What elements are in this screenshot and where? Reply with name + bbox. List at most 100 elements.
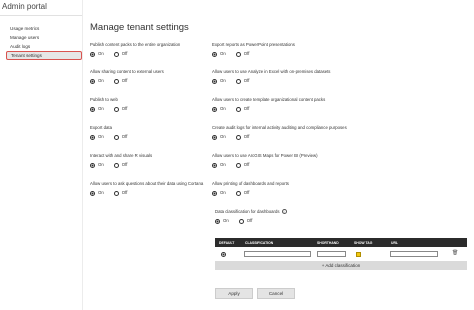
radio-selected-icon [90, 162, 95, 168]
radio-off[interactable]: Off [113, 134, 127, 140]
radio-off[interactable]: Off [235, 134, 249, 140]
setting-label: Publish to web [90, 97, 118, 102]
radio-empty-icon [235, 78, 241, 84]
setting-external-sharing: Allow sharing content to external users … [90, 69, 164, 84]
apply-button[interactable]: Apply [215, 288, 253, 299]
radio-empty-icon [113, 78, 119, 84]
radio-on[interactable]: On [212, 78, 226, 84]
setting-label: Allow printing of dashboards and reports [212, 181, 289, 186]
radio-selected-icon [212, 190, 217, 196]
radio-off[interactable]: Off [235, 78, 249, 84]
radio-on[interactable]: On [212, 106, 226, 112]
radio-off[interactable]: Off [113, 190, 127, 196]
info-icon[interactable]: i [281, 209, 287, 214]
radio-empty-icon [113, 134, 119, 140]
radio-empty-icon [113, 106, 119, 112]
radio-off[interactable]: Off [113, 162, 127, 168]
setting-label: Allow users to use Analyze in Excel with… [212, 69, 331, 74]
setting-label: Allow sharing content to external users [90, 69, 164, 74]
radio-empty-icon [113, 162, 119, 168]
setting-arcgis-maps: Allow users to use ArcGIS Maps for Power… [212, 153, 318, 168]
radio-off[interactable]: Off [113, 106, 127, 112]
sidebar-item-tenant-settings[interactable]: Tenant settings [6, 51, 82, 60]
setting-cortana: Allow users to ask questions about their… [90, 181, 203, 196]
shorthand-input[interactable] [317, 251, 346, 257]
radio-off[interactable]: Off [235, 190, 249, 196]
radio-selected-icon [90, 51, 95, 57]
setting-data-classification: On Off [215, 216, 262, 224]
page-title: Manage tenant settings [90, 22, 189, 33]
cancel-button[interactable]: Cancel [257, 288, 295, 299]
radio-off[interactable]: Off [238, 218, 252, 224]
radio-off[interactable]: Off [113, 78, 127, 84]
radio-on[interactable]: On [212, 134, 226, 140]
table-row: 🗑 [215, 247, 467, 261]
default-radio[interactable] [221, 252, 226, 257]
column-header: URL [391, 240, 398, 245]
data-classification-label: Data classification for dashboards i [215, 209, 287, 214]
classification-table: DEFAULT CLASSIFICATION SHORTHAND SHOW TA… [215, 238, 467, 270]
radio-selected-icon [90, 190, 95, 196]
radio-on[interactable]: On [90, 51, 104, 57]
header-divider [0, 15, 82, 16]
trash-icon[interactable]: 🗑 [452, 250, 458, 256]
sidebar-item-manage-users[interactable]: Manage users [6, 33, 82, 42]
radio-empty-icon [235, 190, 241, 196]
radio-empty-icon [235, 134, 241, 140]
radio-off[interactable]: Off [235, 162, 249, 168]
show-tag-checkbox[interactable] [356, 251, 361, 257]
radio-selected-icon [90, 78, 95, 84]
radio-off[interactable]: Off [235, 106, 249, 112]
radio-selected-icon [212, 106, 217, 112]
sidebar-item-usage-metrics[interactable]: Usage metrics [6, 24, 82, 33]
column-header: SHOW TAG [354, 240, 373, 245]
radio-selected-icon [212, 78, 217, 84]
setting-label: Allow users to ask questions about their… [90, 181, 204, 186]
radio-on[interactable]: On [212, 51, 226, 57]
classification-input[interactable] [244, 251, 311, 257]
setting-label: Export data [90, 125, 112, 130]
setting-analyze-in-excel: Allow users to use Analyze in Excel with… [212, 69, 330, 84]
app-title: Admin portal [2, 2, 47, 11]
radio-selected-icon [215, 218, 220, 224]
radio-selected-icon [90, 134, 95, 140]
setting-label: Publish content packs to the entire orga… [90, 42, 181, 47]
radio-on[interactable]: On [212, 162, 226, 168]
setting-template-content-packs: Allow users to create template organizat… [212, 97, 325, 112]
radio-on[interactable]: On [90, 190, 104, 196]
radio-empty-icon [113, 51, 119, 57]
add-classification-button[interactable]: + Add classification [215, 261, 467, 270]
setting-export-data: Export data On Off [90, 125, 137, 140]
url-input[interactable] [390, 251, 438, 257]
sidebar-divider [82, 0, 83, 310]
setting-label: Export reports as PowerPoint presentatio… [212, 42, 295, 47]
setting-publish-content-packs: Publish content packs to the entire orga… [90, 42, 180, 57]
setting-label: Interact with and share R visuals [90, 153, 153, 158]
setting-label: Allow users to use ArcGIS Maps for Power… [212, 153, 318, 158]
radio-on[interactable]: On [90, 106, 104, 112]
sidebar-item-audit-logs[interactable]: Audit logs [6, 42, 82, 51]
column-header: CLASSIFICATION [245, 240, 274, 245]
radio-off[interactable]: Off [235, 51, 249, 57]
radio-off[interactable]: Off [113, 51, 127, 57]
radio-on[interactable]: On [212, 190, 226, 196]
radio-on[interactable]: On [90, 134, 104, 140]
radio-on[interactable]: On [215, 218, 229, 224]
radio-empty-icon [235, 51, 241, 57]
radio-selected-icon [212, 51, 217, 57]
column-header: DEFAULT [219, 240, 235, 245]
sidebar: Usage metrics Manage users Audit logs Te… [6, 24, 82, 60]
setting-publish-to-web: Publish to web On Off [90, 97, 137, 112]
radio-selected-icon [212, 162, 217, 168]
column-header: SHORTHAND [317, 240, 339, 245]
radio-empty-icon [113, 190, 119, 196]
setting-label: Create audit logs for internal activity … [212, 125, 347, 130]
radio-on[interactable]: On [90, 162, 104, 168]
radio-empty-icon [235, 162, 241, 168]
radio-on[interactable]: On [90, 78, 104, 84]
setting-printing: Allow printing of dashboards and reports… [212, 181, 289, 196]
setting-audit-logs: Create audit logs for internal activity … [212, 125, 347, 140]
setting-export-powerpoint: Export reports as PowerPoint presentatio… [212, 42, 295, 57]
setting-r-visuals: Interact with and share R visuals On Off [90, 153, 152, 168]
radio-empty-icon [238, 218, 244, 224]
